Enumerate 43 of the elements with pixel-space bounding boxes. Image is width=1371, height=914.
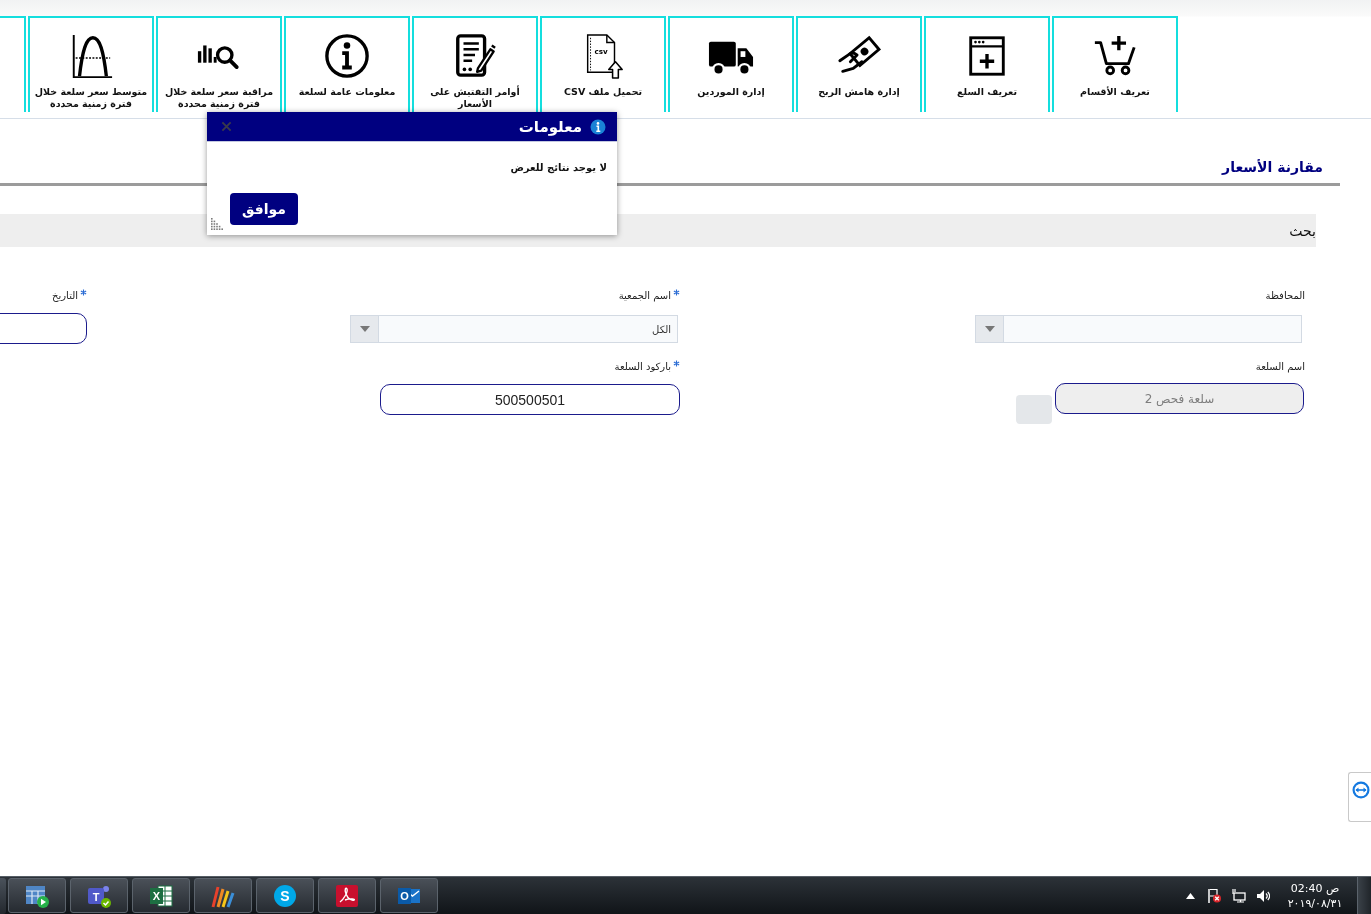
ok-button[interactable]: موافق — [230, 193, 298, 225]
field-label: اسم السلعة — [1255, 360, 1305, 374]
caret-down-icon[interactable] — [351, 316, 379, 342]
info-icon — [590, 118, 606, 135]
taskbar-button[interactable] — [194, 878, 252, 913]
toolbar-tile[interactable]: تعريف الأقسام — [1052, 16, 1178, 112]
toolbar-tile[interactable]: متوسط سعر سلعة خلال فترة زمنية محددة — [28, 16, 154, 112]
field-label: المحافظة — [1265, 289, 1305, 303]
toolbar-tile[interactable]: معلومات عامة لسلعة — [284, 16, 410, 112]
field-label: باركود السلعة — [614, 360, 671, 374]
caret-down-icon[interactable] — [976, 316, 1004, 342]
info-icon — [324, 33, 370, 79]
dropdown-field[interactable] — [975, 315, 1302, 343]
taskbar-button[interactable] — [8, 878, 66, 913]
taskbar-button[interactable] — [318, 878, 376, 913]
caret-up-icon[interactable] — [1186, 892, 1195, 899]
show-desktop-button[interactable] — [1357, 877, 1371, 914]
squiggle-tile-icon — [334, 882, 360, 909]
taskbar-button[interactable]: T — [70, 878, 128, 913]
text-field[interactable]: 500500501 — [380, 384, 680, 415]
page-title: مقارنة الأسعار — [1222, 158, 1323, 176]
dropdown-field[interactable]: الكل — [350, 315, 678, 343]
flag-x-icon[interactable] — [1207, 888, 1221, 903]
clock-date: ٢٠١٩/٠٨/٣١ — [1287, 895, 1343, 911]
clock-time: 02:40 ص — [1290, 880, 1340, 896]
dialog-message: لا يوجد نتائج للعرض — [510, 162, 607, 174]
toolbar-tile[interactable]: تعريف السلع — [924, 16, 1050, 112]
toolbar-tile[interactable]: إدارة الموردين — [668, 16, 794, 112]
dialog-title: معلومات — [518, 116, 582, 137]
start-button[interactable] — [0, 877, 6, 914]
taskbar-button[interactable]: X — [132, 878, 190, 913]
toolbar-tile[interactable]: مراقبة سعر سلعة خلال فترة زمنية محددة — [156, 16, 282, 112]
toolbar-tile[interactable]: إدارة هامش الربح — [796, 16, 922, 112]
double-arrow-icon — [1352, 781, 1370, 799]
taskbar-button[interactable]: O — [380, 878, 438, 913]
speaker-icon[interactable] — [1256, 888, 1270, 903]
field-label: اسم الجمعية — [618, 289, 671, 303]
side-panel-tab[interactable] — [1348, 772, 1371, 822]
resize-grip-icon[interactable] — [211, 218, 223, 230]
toolbar-tile[interactable]: أوامر التفتيش على الأسعار — [412, 16, 538, 112]
s-circle-icon: S — [272, 882, 298, 909]
field-label: التاريخ — [52, 289, 78, 303]
network-icon[interactable] — [1232, 888, 1246, 903]
